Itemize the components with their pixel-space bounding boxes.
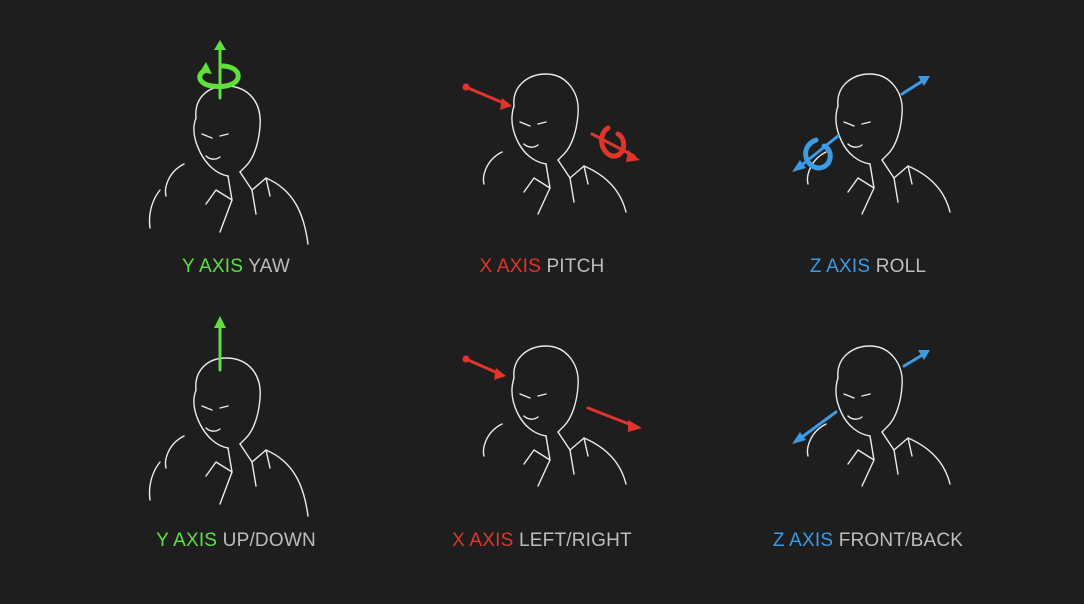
left-right-arrow [462, 355, 642, 432]
head-sketch [148, 357, 309, 517]
caption-x-leftright: X AXIS LEFT/RIGHT [362, 530, 722, 552]
panel-x-leftright: X AXIS LEFT/RIGHT [362, 272, 722, 572]
front-back-arrow [792, 350, 930, 444]
motion-label: FRONT/BACK [838, 530, 964, 551]
axis-diagram-grid: Y AXIS YAW X AXIS PITCH Z AXIS ROLL Y AX… [0, 0, 1084, 604]
caption-z-frontback: Z AXIS FRONT/BACK [688, 530, 1048, 552]
panel-x-pitch: X AXIS PITCH [362, 0, 722, 300]
head-figure-x-leftright [462, 345, 642, 487]
head-sketch [482, 73, 627, 215]
up-down-arrow [214, 316, 226, 372]
head-figure-x-pitch [462, 73, 640, 215]
panel-z-roll: Z AXIS ROLL [688, 0, 1048, 300]
panel-z-frontback: Z AXIS FRONT/BACK [688, 272, 1048, 572]
head-figure-z-roll [792, 73, 951, 215]
head-sketch [148, 85, 309, 245]
axis-label: Z AXIS [772, 530, 834, 551]
pitch-arrow [462, 83, 640, 162]
roll-arrow [792, 76, 930, 172]
yaw-arrow [197, 40, 241, 100]
axis-label: Y AXIS [156, 530, 218, 551]
head-figure-z-frontback [792, 345, 951, 487]
motion-label: LEFT/RIGHT [519, 530, 632, 551]
axis-label: X AXIS [452, 530, 514, 551]
motion-label: UP/DOWN [222, 530, 316, 551]
